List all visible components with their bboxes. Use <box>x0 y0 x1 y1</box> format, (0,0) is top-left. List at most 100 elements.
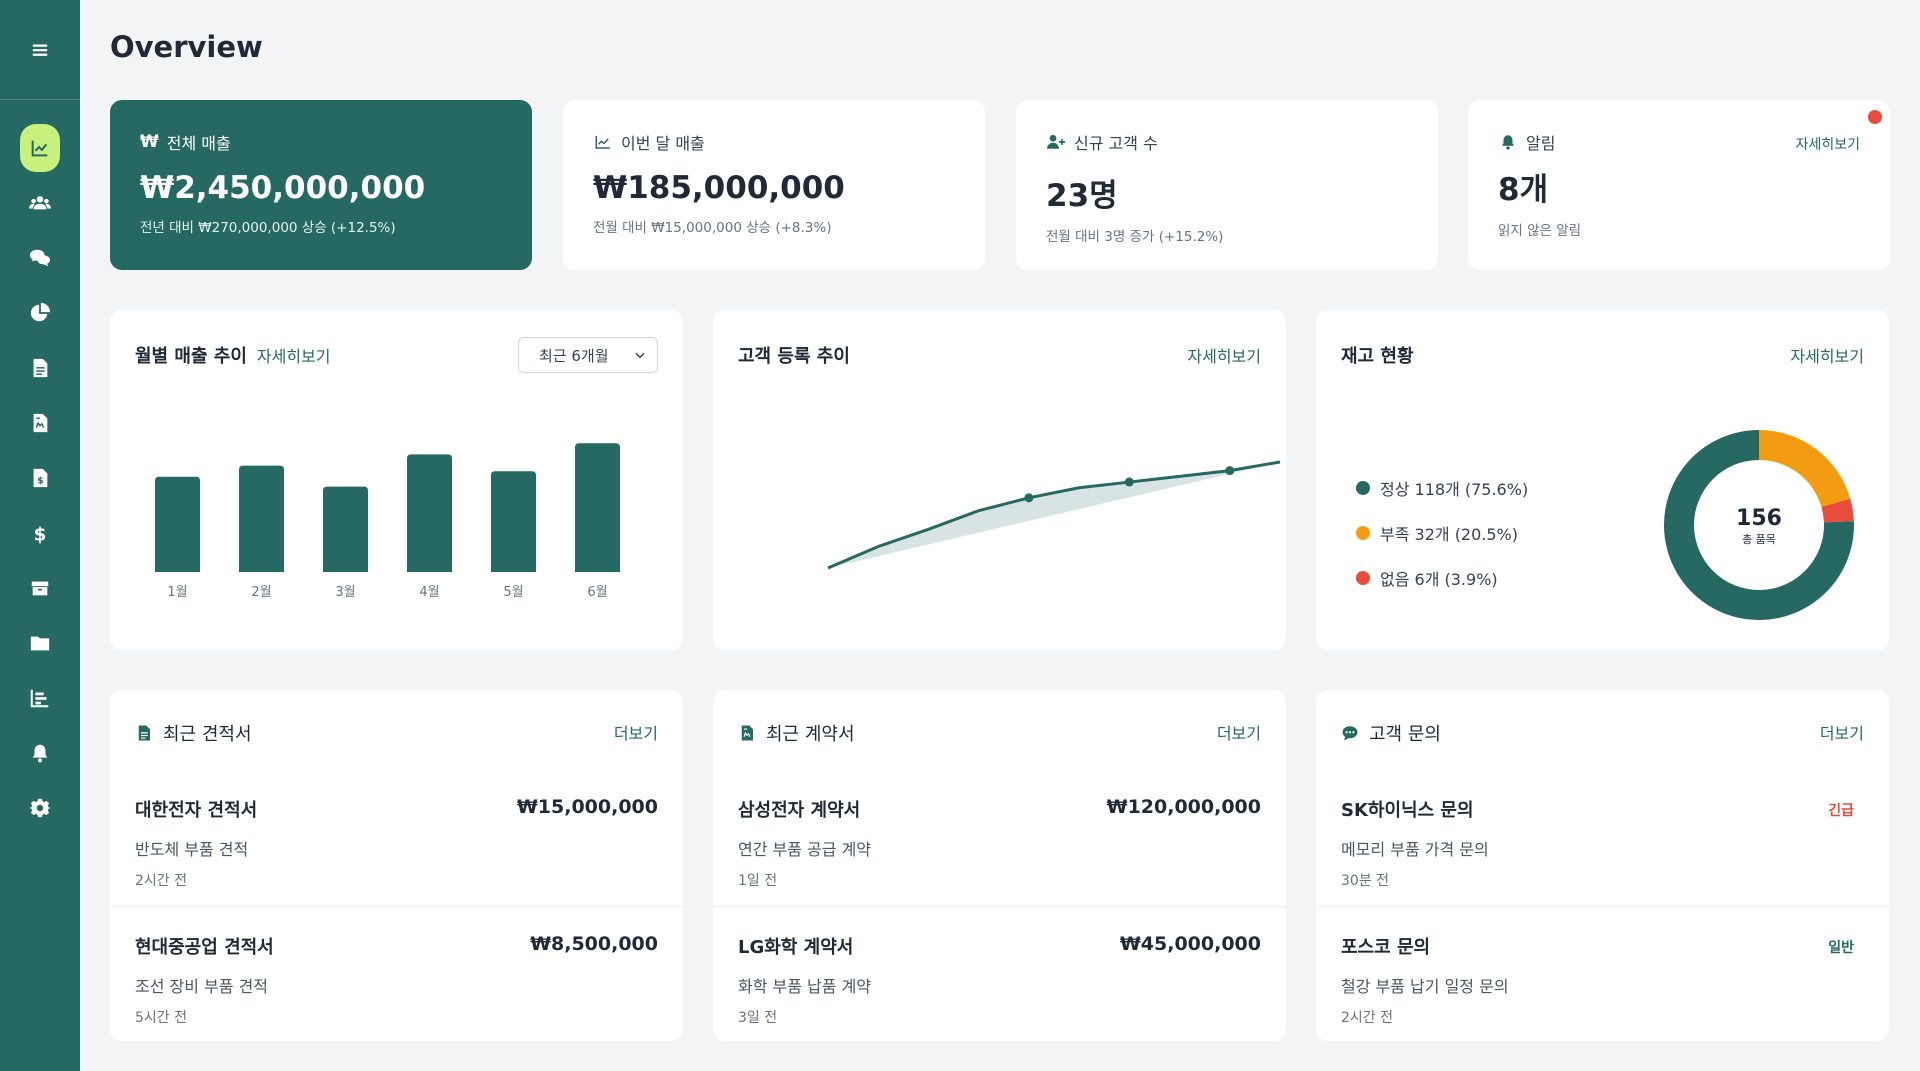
panel-header: 재고 현황 자세히보기 <box>1341 340 1864 370</box>
bar[interactable] <box>491 471 536 572</box>
list-item[interactable]: 현대중공업 견적서 조선 장비 부품 견적 5시간 전 ₩8,500,000 <box>110 906 683 1042</box>
chart-line-icon <box>595 136 610 149</box>
stat-value: ₩185,000,000 <box>593 170 845 206</box>
inventory-details-link[interactable]: 자세히보기 <box>1790 343 1864 367</box>
legend-dot <box>1356 525 1370 540</box>
file-lines-icon <box>138 725 150 741</box>
panel-title-group: 월별 매출 추이 자세히보기 <box>135 342 331 368</box>
panel-title-group: 최근 견적서 <box>135 720 252 746</box>
item-time: 2시간 전 <box>135 873 187 889</box>
users-icon <box>29 195 51 209</box>
legend-item-normal: 정상 118개 (75.6%) <box>1356 465 1528 510</box>
sidebar-nav: $ $ <box>0 100 80 835</box>
active-indicator <box>20 123 60 172</box>
sidebar-item-contracts[interactable] <box>0 395 80 450</box>
bar[interactable] <box>323 486 368 572</box>
page-title: Overview <box>110 30 263 64</box>
donut-slice[interactable] <box>1759 430 1851 507</box>
bell-icon <box>32 744 48 762</box>
legend-label: 없음 6개 (3.9%) <box>1380 569 1498 589</box>
item-time: 3일 전 <box>738 1010 778 1026</box>
list-item[interactable]: 포스코 문의 철강 부품 납기 일정 문의 2시간 전 일반 <box>1316 906 1889 1042</box>
priority-badge: 일반 <box>1828 940 1854 956</box>
data-point[interactable] <box>1124 477 1134 487</box>
item-description: 메모리 부품 가격 문의 <box>1341 840 1489 859</box>
file-lines-icon <box>33 358 48 377</box>
inquiries-more-link[interactable]: 더보기 <box>1820 720 1864 744</box>
sidebar-item-invoices[interactable]: $ <box>0 450 80 505</box>
list-item[interactable]: SK하이닉스 문의 메모리 부품 가격 문의 30분 전 긴급 <box>1316 770 1889 906</box>
panel-title: 최근 견적서 <box>163 724 252 745</box>
chevron-down-icon <box>635 352 645 359</box>
sidebar-item-messages[interactable] <box>0 230 80 285</box>
sidebar-item-reports[interactable] <box>0 670 80 725</box>
data-point[interactable] <box>1024 493 1034 503</box>
hamburger-icon <box>32 44 48 56</box>
x-tick-label: 1월 <box>167 585 187 600</box>
bar-chart-icon <box>30 689 49 707</box>
user-plus-icon <box>1047 134 1065 149</box>
bar[interactable] <box>155 476 200 572</box>
data-point[interactable] <box>1225 466 1235 476</box>
monthly-sales-panel: 월별 매출 추이 자세히보기 최근 6개월 1월 2월 3월 4월 5월 6월 <box>110 310 683 650</box>
inventory-panel: 재고 현황 자세히보기 정상 118개 (75.6%) 부족 32개 (20.5… <box>1316 310 1889 650</box>
item-amount: ₩120,000,000 <box>1106 796 1261 818</box>
stat-card-alerts: 알림 자세히보기 8개 읽지 않은 알림 <box>1468 100 1890 270</box>
list-item[interactable]: LG화학 계약서 화학 부품 납품 계약 3일 전 ₩45,000,000 <box>713 906 1286 1042</box>
sidebar-header <box>0 0 80 100</box>
sidebar-item-overview[interactable] <box>0 120 80 175</box>
stat-label: 전체 매출 <box>166 134 231 153</box>
panel-header: 월별 매출 추이 자세히보기 최근 6개월 <box>135 337 658 373</box>
sidebar-item-settings[interactable] <box>0 780 80 835</box>
legend-label: 정상 118개 (75.6%) <box>1380 479 1529 499</box>
main-content: Overview ₩ 전체 매출 ₩2,450,000,000 전년 대비 ₩2… <box>80 0 1920 1071</box>
stat-label: 이번 달 매출 <box>621 134 705 153</box>
bar[interactable] <box>407 454 452 572</box>
contracts-more-link[interactable]: 더보기 <box>1217 720 1261 744</box>
bar[interactable] <box>575 443 620 572</box>
list-item[interactable]: 삼성전자 계약서 연간 부품 공급 계약 1일 전 ₩120,000,000 <box>713 770 1286 906</box>
file-contract-icon <box>33 413 48 432</box>
list-item[interactable]: 대한전자 견적서 반도체 부품 견적 2시간 전 ₩15,000,000 <box>110 770 683 906</box>
stat-header: 이번 달 매출 <box>593 130 955 154</box>
item-description: 조선 장비 부품 견적 <box>135 977 269 996</box>
stat-subtext: 전월 대비 3명 증가 (+15.2%) <box>1046 229 1224 245</box>
sidebar-item-inventory[interactable] <box>0 560 80 615</box>
item-time: 1일 전 <box>738 873 778 889</box>
x-tick-label: 4월 <box>419 585 439 600</box>
x-tick-label: 2월 <box>251 585 271 600</box>
bell-icon <box>1502 135 1514 150</box>
unread-indicator <box>1868 110 1882 124</box>
customer-inquiries-panel: 고객 문의 더보기 SK하이닉스 문의 메모리 부품 가격 문의 30분 전 긴… <box>1316 690 1889 1041</box>
stat-card-monthly-revenue: 이번 달 매출 ₩185,000,000 전월 대비 ₩15,000,000 상… <box>563 100 985 270</box>
legend-dot <box>1356 570 1370 585</box>
alerts-details-link[interactable]: 자세히보기 <box>1796 134 1860 154</box>
sidebar-item-notifications[interactable] <box>0 725 80 780</box>
period-select[interactable]: 최근 6개월 <box>518 337 658 373</box>
sidebar-item-customers[interactable] <box>0 175 80 230</box>
bar[interactable] <box>239 465 284 572</box>
monthly-sales-bar-chart: 1월 2월 3월 4월 5월 6월 <box>155 443 620 600</box>
sidebar-item-files[interactable] <box>0 615 80 670</box>
stat-label: 알림 <box>1526 134 1556 153</box>
comments-icon <box>29 249 51 266</box>
sidebar-item-analytics[interactable] <box>0 285 80 340</box>
quotes-more-link[interactable]: 더보기 <box>614 720 658 744</box>
stat-header: 신규 고객 수 <box>1046 130 1408 154</box>
panel-title: 고객 문의 <box>1369 724 1441 745</box>
item-amount: ₩15,000,000 <box>516 796 658 818</box>
panel-title: 재고 현황 <box>1341 346 1414 367</box>
customer-trend-details-link[interactable]: 자세히보기 <box>1187 343 1261 367</box>
legend-dot <box>1356 480 1370 495</box>
recent-contracts-panel: 최근 계약서 더보기 삼성전자 계약서 연간 부품 공급 계약 1일 전 ₩12… <box>713 690 1286 1041</box>
monthly-sales-details-link[interactable]: 자세히보기 <box>257 343 331 367</box>
x-tick-label: 6월 <box>587 585 607 600</box>
sidebar-item-finance[interactable]: $ <box>0 505 80 560</box>
menu-toggle-button[interactable] <box>0 22 80 77</box>
customer-trend-panel: 고객 등록 추이 자세히보기 <box>713 310 1286 650</box>
sidebar-item-documents[interactable] <box>0 340 80 395</box>
item-description: 연간 부품 공급 계약 <box>738 840 872 859</box>
stat-card-total-revenue: ₩ 전체 매출 ₩2,450,000,000 전년 대비 ₩270,000,00… <box>110 100 532 270</box>
stat-value: 8개 <box>1498 172 1549 208</box>
item-time: 2시간 전 <box>1341 1010 1393 1026</box>
